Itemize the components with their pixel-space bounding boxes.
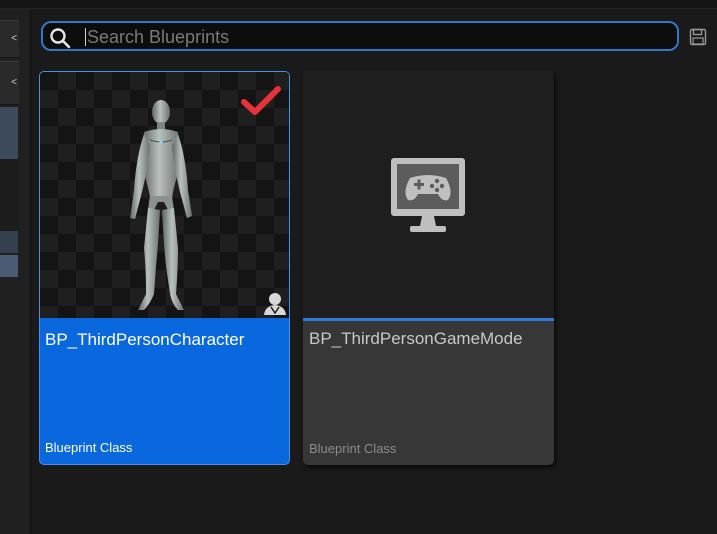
collapse-button-2[interactable]: < (0, 61, 19, 105)
asset-name: BP_ThirdPersonCharacter (45, 330, 245, 349)
asset-thumbnail (303, 71, 554, 319)
checkmark-icon (241, 86, 281, 115)
panel-item[interactable] (0, 231, 18, 253)
search-icon (50, 28, 71, 49)
game-mode-icon (391, 158, 465, 232)
search-bar[interactable] (41, 21, 679, 51)
panel-gap (0, 159, 19, 231)
asset-type: Blueprint Class (45, 440, 133, 455)
search-input[interactable] (87, 25, 667, 49)
collapse-button-1[interactable]: < (0, 20, 19, 58)
panel-item-active[interactable] (0, 255, 18, 277)
asset-type: Blueprint Class (309, 441, 397, 456)
asset-thumbnail (40, 72, 289, 318)
character-mannequin-image (130, 100, 192, 310)
panel-item-selected[interactable] (0, 107, 18, 159)
tile-divider (303, 318, 554, 321)
top-bar (0, 0, 717, 9)
asset-tile-third-person-character[interactable]: BP_ThirdPersonCharacter Blueprint Class (39, 71, 290, 465)
text-caret (85, 28, 86, 46)
tile-divider (40, 318, 289, 320)
save-icon[interactable] (689, 28, 707, 46)
left-panel: < < (0, 9, 31, 534)
person-icon (264, 293, 286, 315)
asset-tile-third-person-game-mode[interactable]: BP_ThirdPersonGameMode Blueprint Class (303, 71, 554, 465)
asset-name: BP_ThirdPersonGameMode (309, 329, 523, 348)
